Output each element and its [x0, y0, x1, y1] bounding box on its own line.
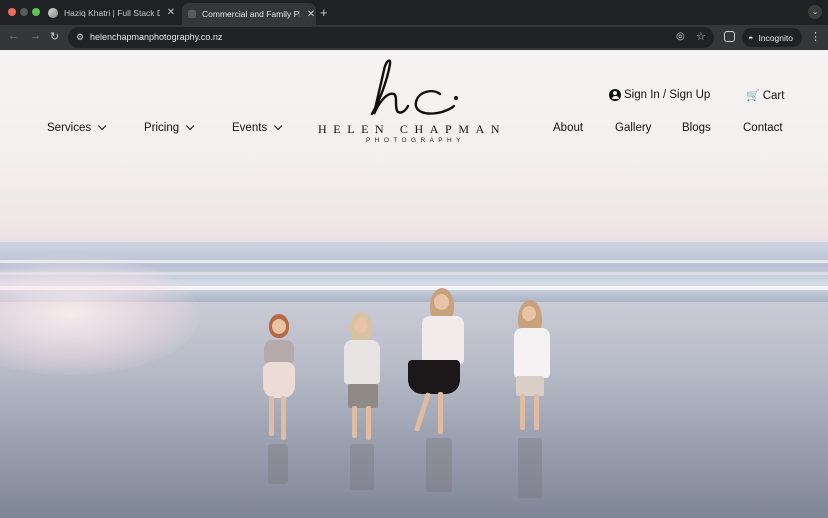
reload-icon[interactable]: ↻: [50, 30, 59, 43]
logo-subtitle: PHOTOGRAPHY: [366, 137, 465, 144]
cart-icon: 🛒: [746, 90, 760, 102]
hc-monogram-logo: [370, 59, 458, 116]
chevron-down-icon: [186, 121, 195, 131]
nav-pricing[interactable]: Pricing: [144, 121, 195, 134]
chevron-down-icon: [97, 121, 107, 131]
eye-off-icon[interactable]: ◎: [676, 31, 685, 42]
extension-icon[interactable]: [724, 31, 735, 42]
nav-contact[interactable]: Contact: [743, 122, 783, 134]
window-zoom-button[interactable]: [32, 8, 40, 16]
arrow-left-icon[interactable]: ←: [8, 30, 19, 42]
chevron-down-icon: [274, 121, 283, 131]
nav-services[interactable]: Services: [47, 121, 107, 134]
address-bar[interactable]: ⚙ helenchapmanphotography.co.nz ◎ ☆: [68, 27, 714, 48]
tab-favicon-icon: [48, 7, 58, 18]
new-tab-button[interactable]: +: [320, 5, 328, 20]
page-content: Services Pricing Events HELEN CHAPMAN PH…: [0, 50, 828, 518]
logo-name: HELEN CHAPMAN: [318, 122, 507, 136]
tab-favicon-icon: [188, 10, 196, 18]
arrow-right-icon[interactable]: →: [30, 30, 41, 42]
user-circle-icon: [609, 89, 621, 101]
star-icon[interactable]: ☆: [696, 30, 706, 43]
nav-pricing-label: Pricing: [144, 122, 180, 134]
nav-events[interactable]: Events: [232, 121, 283, 134]
browser-tab-active[interactable]: Commercial and Family Photography ✕: [182, 3, 316, 25]
tab-title: Haziq Khatri | Full Stack Developer: [64, 7, 160, 18]
window-minimize-button[interactable]: [20, 8, 28, 16]
kebab-menu-icon[interactable]: ⋮: [810, 30, 821, 43]
nav-events-label: Events: [232, 122, 268, 134]
tab-title: Commercial and Family Photography: [202, 9, 300, 19]
tab-search-icon[interactable]: ⌄: [808, 5, 822, 19]
nav-blogs[interactable]: Blogs: [682, 122, 711, 134]
tab-close-icon[interactable]: ✕: [166, 7, 176, 18]
nav-services-label: Services: [47, 122, 92, 134]
window-close-button[interactable]: [8, 8, 16, 16]
cart-link[interactable]: 🛒 Cart: [746, 89, 785, 103]
url-text[interactable]: helenchapmanphotography.co.nz: [90, 32, 222, 42]
sign-in-link[interactable]: Sign In / Sign Up: [609, 89, 710, 101]
incognito-badge[interactable]: ◓ Incognito: [742, 28, 802, 47]
browser-tab-bar: Haziq Khatri | Full Stack Developer ✕ Co…: [0, 0, 828, 25]
tab-close-icon[interactable]: ✕: [306, 9, 316, 20]
tune-icon[interactable]: ⚙: [76, 32, 86, 42]
incognito-label: Incognito: [758, 32, 793, 43]
nav-about[interactable]: About: [553, 122, 583, 134]
browser-toolbar: ← → ↻ ⚙ helenchapmanphotography.co.nz ◎ …: [0, 25, 828, 50]
browser-tab[interactable]: Haziq Khatri | Full Stack Developer ✕: [42, 2, 176, 23]
cart-label: Cart: [762, 89, 785, 102]
nav-gallery[interactable]: Gallery: [615, 122, 651, 134]
sign-in-label: Sign In / Sign Up: [624, 89, 711, 101]
incognito-icon: ◓: [748, 32, 754, 43]
